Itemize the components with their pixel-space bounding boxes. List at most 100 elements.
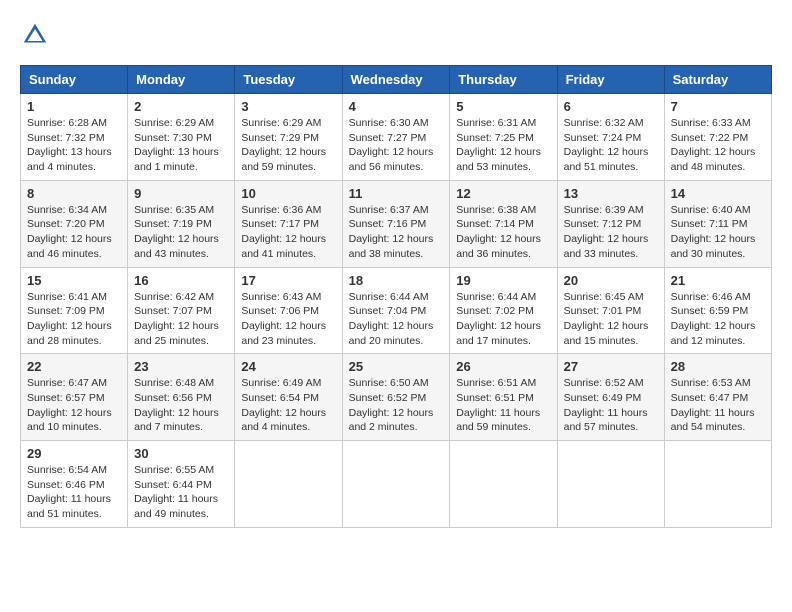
calendar-cell: 16 Sunrise: 6:42 AMSunset: 7:07 PMDayligh… <box>128 267 235 354</box>
day-content: Sunrise: 6:29 AMSunset: 7:29 PMDaylight:… <box>241 116 335 175</box>
day-content: Sunrise: 6:28 AMSunset: 7:32 PMDaylight:… <box>27 116 121 175</box>
day-number: 20 <box>564 273 658 288</box>
day-number: 10 <box>241 186 335 201</box>
day-content: Sunrise: 6:40 AMSunset: 7:11 PMDaylight:… <box>671 203 765 262</box>
day-content: Sunrise: 6:37 AMSunset: 7:16 PMDaylight:… <box>349 203 444 262</box>
day-content: Sunrise: 6:48 AMSunset: 6:56 PMDaylight:… <box>134 376 228 435</box>
weekday-header: Tuesday <box>235 66 342 94</box>
day-number: 12 <box>456 186 550 201</box>
calendar-cell <box>664 441 771 528</box>
calendar-week-row: 22Sunrise: 6:47 AMSunset: 6:57 PMDayligh… <box>21 354 772 441</box>
logo-icon <box>20 20 50 50</box>
day-content: Sunrise: 6:50 AMSunset: 6:52 PMDaylight:… <box>349 376 444 435</box>
day-content: Sunrise: 6:45 AMSunset: 7:01 PMDaylight:… <box>564 290 658 349</box>
day-number: 6 <box>564 99 658 114</box>
calendar-cell: 8Sunrise: 6:34 AMSunset: 7:20 PMDaylight… <box>21 180 128 267</box>
day-content: Sunrise: 6:52 AMSunset: 6:49 PMDaylight:… <box>564 376 658 435</box>
calendar-cell: 11 Sunrise: 6:37 AMSunset: 7:16 PMDayligh… <box>342 180 450 267</box>
day-number: 1 <box>27 99 121 114</box>
day-number: 29 <box>27 446 121 461</box>
calendar-cell: 3 Sunrise: 6:29 AMSunset: 7:29 PMDaylight… <box>235 94 342 181</box>
calendar-cell: 14 Sunrise: 6:40 AMSunset: 7:11 PMDayligh… <box>664 180 771 267</box>
calendar-cell: 29Sunrise: 6:54 AMSunset: 6:46 PMDayligh… <box>21 441 128 528</box>
calendar-week-row: 29Sunrise: 6:54 AMSunset: 6:46 PMDayligh… <box>21 441 772 528</box>
calendar-cell: 9 Sunrise: 6:35 AMSunset: 7:19 PMDaylight… <box>128 180 235 267</box>
calendar-cell: 17 Sunrise: 6:43 AMSunset: 7:06 PMDayligh… <box>235 267 342 354</box>
calendar-cell: 7 Sunrise: 6:33 AMSunset: 7:22 PMDaylight… <box>664 94 771 181</box>
day-number: 11 <box>349 186 444 201</box>
day-content: Sunrise: 6:39 AMSunset: 7:12 PMDaylight:… <box>564 203 658 262</box>
day-number: 4 <box>349 99 444 114</box>
day-content: Sunrise: 6:55 AMSunset: 6:44 PMDaylight:… <box>134 463 228 522</box>
day-number: 26 <box>456 359 550 374</box>
day-content: Sunrise: 6:43 AMSunset: 7:06 PMDaylight:… <box>241 290 335 349</box>
calendar-week-row: 8Sunrise: 6:34 AMSunset: 7:20 PMDaylight… <box>21 180 772 267</box>
day-number: 22 <box>27 359 121 374</box>
calendar-cell: 10 Sunrise: 6:36 AMSunset: 7:17 PMDayligh… <box>235 180 342 267</box>
calendar-cell: 4 Sunrise: 6:30 AMSunset: 7:27 PMDaylight… <box>342 94 450 181</box>
logo <box>20 20 54 50</box>
day-number: 9 <box>134 186 228 201</box>
calendar-cell: 20 Sunrise: 6:45 AMSunset: 7:01 PMDayligh… <box>557 267 664 354</box>
calendar-cell: 5 Sunrise: 6:31 AMSunset: 7:25 PMDaylight… <box>450 94 557 181</box>
weekday-header: Monday <box>128 66 235 94</box>
day-number: 5 <box>456 99 550 114</box>
calendar-cell <box>342 441 450 528</box>
day-number: 28 <box>671 359 765 374</box>
weekday-header: Sunday <box>21 66 128 94</box>
day-content: Sunrise: 6:34 AMSunset: 7:20 PMDaylight:… <box>27 203 121 262</box>
day-content: Sunrise: 6:41 AMSunset: 7:09 PMDaylight:… <box>27 290 121 349</box>
calendar-cell <box>450 441 557 528</box>
day-content: Sunrise: 6:36 AMSunset: 7:17 PMDaylight:… <box>241 203 335 262</box>
page-header <box>20 20 772 50</box>
day-content: Sunrise: 6:44 AMSunset: 7:02 PMDaylight:… <box>456 290 550 349</box>
calendar-cell: 25 Sunrise: 6:50 AMSunset: 6:52 PMDayligh… <box>342 354 450 441</box>
calendar-cell: 19 Sunrise: 6:44 AMSunset: 7:02 PMDayligh… <box>450 267 557 354</box>
calendar-cell <box>557 441 664 528</box>
day-number: 25 <box>349 359 444 374</box>
day-content: Sunrise: 6:32 AMSunset: 7:24 PMDaylight:… <box>564 116 658 175</box>
day-number: 19 <box>456 273 550 288</box>
day-content: Sunrise: 6:53 AMSunset: 6:47 PMDaylight:… <box>671 376 765 435</box>
calendar-cell: 15 Sunrise: 6:41 AMSunset: 7:09 PMDayligh… <box>21 267 128 354</box>
day-content: Sunrise: 6:33 AMSunset: 7:22 PMDaylight:… <box>671 116 765 175</box>
day-content: Sunrise: 6:31 AMSunset: 7:25 PMDaylight:… <box>456 116 550 175</box>
day-number: 3 <box>241 99 335 114</box>
day-number: 2 <box>134 99 228 114</box>
calendar-cell: 27 Sunrise: 6:52 AMSunset: 6:49 PMDayligh… <box>557 354 664 441</box>
calendar-table: SundayMondayTuesdayWednesdayThursdayFrid… <box>20 65 772 528</box>
calendar-cell: 21 Sunrise: 6:46 AMSunset: 6:59 PMDayligh… <box>664 267 771 354</box>
day-number: 21 <box>671 273 765 288</box>
day-number: 17 <box>241 273 335 288</box>
calendar-cell: 6 Sunrise: 6:32 AMSunset: 7:24 PMDaylight… <box>557 94 664 181</box>
weekday-header: Wednesday <box>342 66 450 94</box>
day-number: 16 <box>134 273 228 288</box>
day-number: 7 <box>671 99 765 114</box>
calendar-cell: 30 Sunrise: 6:55 AMSunset: 6:44 PMDayligh… <box>128 441 235 528</box>
weekday-header: Thursday <box>450 66 557 94</box>
calendar-cell: 23Sunrise: 6:48 AMSunset: 6:56 PMDayligh… <box>128 354 235 441</box>
day-content: Sunrise: 6:35 AMSunset: 7:19 PMDaylight:… <box>134 203 228 262</box>
day-number: 27 <box>564 359 658 374</box>
calendar-cell: 24 Sunrise: 6:49 AMSunset: 6:54 PMDayligh… <box>235 354 342 441</box>
day-number: 24 <box>241 359 335 374</box>
day-content: Sunrise: 6:38 AMSunset: 7:14 PMDaylight:… <box>456 203 550 262</box>
day-content: Sunrise: 6:51 AMSunset: 6:51 PMDaylight:… <box>456 376 550 435</box>
calendar-week-row: 15 Sunrise: 6:41 AMSunset: 7:09 PMDayligh… <box>21 267 772 354</box>
calendar-cell: 26 Sunrise: 6:51 AMSunset: 6:51 PMDayligh… <box>450 354 557 441</box>
day-content: Sunrise: 6:29 AMSunset: 7:30 PMDaylight:… <box>134 116 228 175</box>
weekday-header: Friday <box>557 66 664 94</box>
day-content: Sunrise: 6:30 AMSunset: 7:27 PMDaylight:… <box>349 116 444 175</box>
calendar-cell: 18Sunrise: 6:44 AMSunset: 7:04 PMDayligh… <box>342 267 450 354</box>
day-number: 14 <box>671 186 765 201</box>
day-content: Sunrise: 6:46 AMSunset: 6:59 PMDaylight:… <box>671 290 765 349</box>
day-number: 30 <box>134 446 228 461</box>
calendar-cell: 2 Sunrise: 6:29 AMSunset: 7:30 PMDaylight… <box>128 94 235 181</box>
day-number: 18 <box>349 273 444 288</box>
calendar-cell: 22Sunrise: 6:47 AMSunset: 6:57 PMDayligh… <box>21 354 128 441</box>
day-content: Sunrise: 6:49 AMSunset: 6:54 PMDaylight:… <box>241 376 335 435</box>
day-number: 15 <box>27 273 121 288</box>
calendar-cell <box>235 441 342 528</box>
calendar-cell: 28 Sunrise: 6:53 AMSunset: 6:47 PMDayligh… <box>664 354 771 441</box>
day-content: Sunrise: 6:42 AMSunset: 7:07 PMDaylight:… <box>134 290 228 349</box>
